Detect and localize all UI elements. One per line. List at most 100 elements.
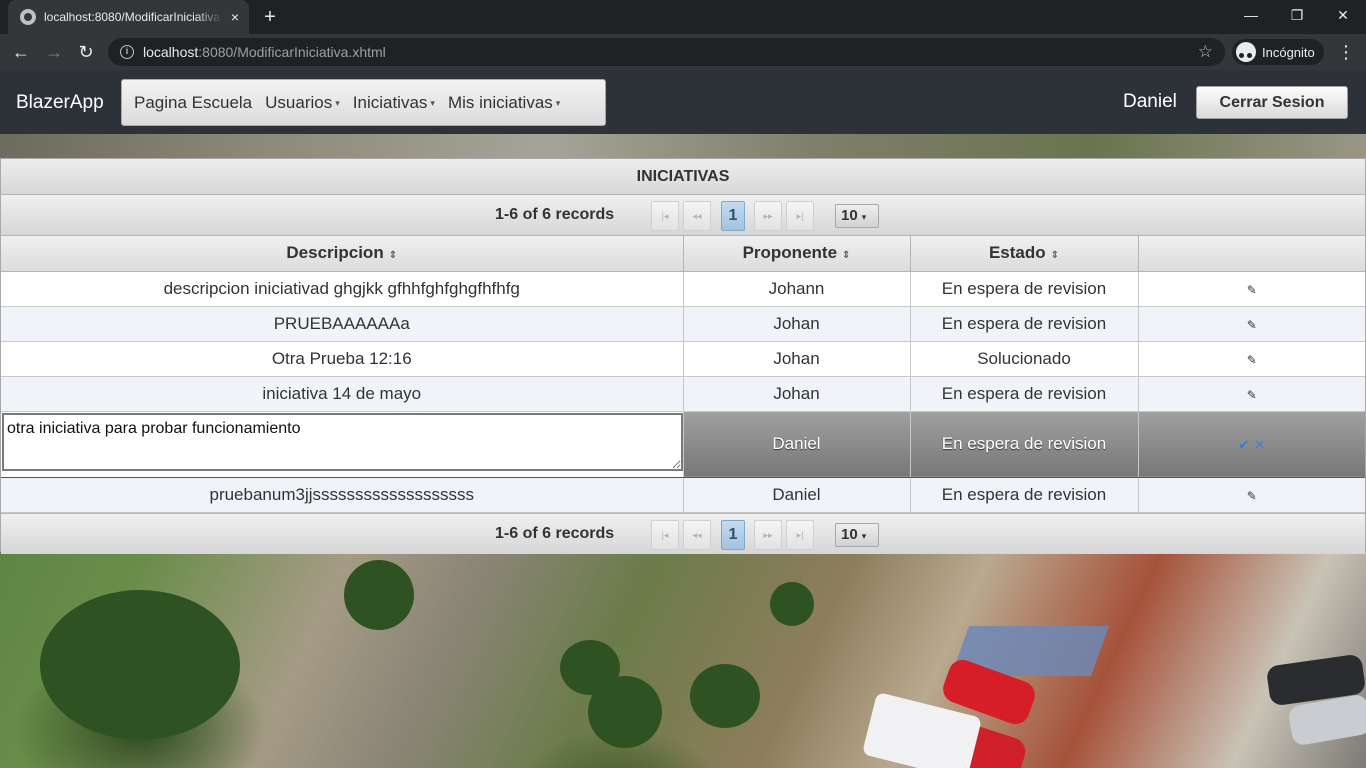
chevron-down-icon: ▾: [555, 97, 561, 108]
minimize-button[interactable]: —: [1228, 0, 1274, 30]
cancel-edit-icon[interactable]: ✕: [1254, 437, 1265, 452]
browser-tabstrip: localhost:8080/ModificarIniciativa.xhtml…: [0, 0, 1366, 34]
cell-estado: En espera de revision: [910, 477, 1139, 513]
app-navbar: BlazerApp Pagina Escuela Usuarios ▾ Inici…: [0, 70, 1366, 134]
cell-actions: ✎: [1138, 306, 1365, 342]
cell-descripcion: descripcion iniciativad ghgjkk gfhhfghfg…: [1, 271, 684, 307]
cell-proponente: Johan: [683, 341, 911, 377]
first-page-icon[interactable]: |◂: [651, 201, 679, 231]
cell-estado: En espera de revision: [910, 411, 1139, 478]
sort-icon: ⇕: [842, 250, 851, 262]
menu-item-pagina-escuela[interactable]: Pagina Escuela: [134, 93, 252, 113]
table-header-row: Descripcion ⇕ Proponente ⇕ Estado ⇕: [1, 236, 1365, 272]
initiatives-datatable: INICIATIVAS 1-6 of 6 records |◂ ◂◂ 1 ▸▸ …: [0, 158, 1366, 554]
info-icon[interactable]: i: [120, 45, 134, 59]
cell-proponente: Johan: [683, 306, 911, 342]
cell-actions: ✎: [1138, 341, 1365, 377]
next-page-icon[interactable]: ▸▸: [754, 201, 782, 231]
cell-descripcion: Otra Prueba 12:16: [1, 341, 684, 377]
edit-pencil-icon[interactable]: ✎: [1247, 489, 1257, 503]
cell-estado: Solucionado: [910, 341, 1139, 377]
first-page-icon[interactable]: |◂: [651, 519, 679, 550]
tree-shape: [40, 590, 240, 740]
column-header-estado[interactable]: Estado ⇕: [910, 236, 1139, 272]
cell-estado: En espera de revision: [910, 271, 1139, 307]
browser-tab[interactable]: localhost:8080/ModificarIniciativa.xhtml…: [8, 0, 249, 34]
current-user: Daniel: [1123, 91, 1177, 112]
logout-button[interactable]: Cerrar Sesion: [1196, 86, 1348, 119]
chevron-down-icon: ▾: [861, 212, 867, 222]
address-bar[interactable]: i localhost:8080/ModificarIniciativa.xht…: [108, 38, 1225, 66]
cell-estado: En espera de revision: [910, 306, 1139, 342]
paginator-top: 1-6 of 6 records |◂ ◂◂ 1 ▸▸ ▸| 10 ▾: [1, 195, 1365, 236]
next-page-icon[interactable]: ▸▸: [754, 519, 782, 550]
cell-proponente: Daniel: [683, 411, 911, 478]
table-row: descripcion iniciativad ghgjkk gfhhfghfg…: [1, 271, 1365, 307]
edit-pencil-icon[interactable]: ✎: [1247, 318, 1257, 332]
cell-descripcion: iniciativa 14 de mayo: [1, 376, 684, 412]
menu-item-iniciativas[interactable]: Iniciativas ▾: [353, 93, 435, 113]
cell-descripcion-editor: otra iniciativa para probar funcionamien…: [1, 411, 684, 478]
last-page-icon[interactable]: ▸|: [786, 201, 814, 231]
table-row: PRUEBAAAAAAa Johan En espera de revision…: [1, 306, 1365, 342]
column-header-proponente[interactable]: Proponente ⇕: [683, 236, 911, 272]
records-count: 1-6 of 6 records: [495, 206, 615, 223]
tab-close-icon[interactable]: ×: [231, 9, 239, 25]
page-button-current[interactable]: 1: [721, 201, 745, 231]
tree-shape: [344, 560, 414, 630]
chevron-down-icon: ▾: [430, 97, 435, 108]
tab-title: localhost:8080/ModificarIniciativa.xhtml: [44, 10, 223, 24]
restore-button[interactable]: ❐: [1274, 0, 1320, 30]
last-page-icon[interactable]: ▸|: [786, 519, 814, 550]
back-arrow-icon[interactable]: ←: [8, 39, 34, 65]
url-host: localhost: [143, 44, 199, 60]
cell-descripcion: pruebanum3jjsssssssssssssssssss: [1, 477, 684, 513]
prev-page-icon[interactable]: ◂◂: [683, 201, 711, 231]
bush-shape: [770, 582, 814, 626]
bush-shape: [588, 676, 662, 748]
edit-pencil-icon[interactable]: ✎: [1247, 283, 1257, 297]
table-row-editing: otra iniciativa para probar funcionamien…: [1, 411, 1365, 478]
incognito-label: Incógnito: [1262, 44, 1315, 60]
rows-per-page-select[interactable]: 10 ▾: [835, 204, 879, 228]
column-header-actions: [1138, 236, 1365, 272]
records-count: 1-6 of 6 records: [495, 524, 615, 542]
page-button-current[interactable]: 1: [721, 519, 745, 550]
cell-actions: ✎: [1138, 376, 1365, 412]
globe-icon: [20, 9, 36, 25]
chevron-down-icon: ▾: [335, 97, 340, 108]
main-menu: Pagina Escuela Usuarios ▾ Iniciativas ▾ Mi…: [121, 79, 606, 126]
close-window-button[interactable]: ✕: [1320, 0, 1366, 30]
cell-actions: ✎: [1138, 477, 1365, 513]
chevron-down-icon: ▾: [861, 530, 867, 541]
incognito-icon: [1236, 42, 1256, 62]
menu-item-usuarios[interactable]: Usuarios ▾: [265, 93, 340, 113]
rows-per-page-select[interactable]: 10 ▾: [835, 522, 879, 547]
bookmark-star-icon[interactable]: ☆: [1198, 42, 1213, 62]
table-row: Otra Prueba 12:16 Johan Solucionado ✎: [1, 341, 1365, 377]
cell-proponente: Johann: [683, 271, 911, 307]
edit-pencil-icon[interactable]: ✎: [1247, 353, 1257, 367]
cell-estado: En espera de revision: [910, 376, 1139, 412]
save-check-icon[interactable]: ✔: [1238, 437, 1249, 452]
edit-pencil-icon[interactable]: ✎: [1247, 388, 1257, 402]
descripcion-textarea[interactable]: otra iniciativa para probar funcionamien…: [2, 412, 683, 471]
cell-proponente: Johan: [683, 376, 911, 412]
cell-actions: ✎: [1138, 271, 1365, 307]
prev-page-icon[interactable]: ◂◂: [683, 519, 711, 550]
new-tab-button[interactable]: +: [258, 5, 282, 29]
reload-icon[interactable]: ↻: [73, 39, 99, 65]
forward-arrow-icon[interactable]: →: [41, 39, 67, 65]
cell-descripcion: PRUEBAAAAAAa: [1, 306, 684, 342]
browser-menu-icon[interactable]: ⋮: [1336, 39, 1356, 65]
browser-toolbar: ← → ↻ i localhost:8080/ModificarIniciati…: [0, 34, 1366, 70]
incognito-badge[interactable]: Incógnito: [1232, 39, 1324, 65]
cell-proponente: Daniel: [683, 477, 911, 513]
sort-icon: ⇕: [388, 250, 398, 262]
bush-shape: [690, 664, 760, 728]
paginator-bottom: 1-6 of 6 records |◂ ◂◂ 1 ▸▸ ▸| 10 ▾: [1, 512, 1365, 554]
table-row: pruebanum3jjsssssssssssssssssss Daniel E…: [1, 477, 1365, 513]
brand-logo[interactable]: BlazerApp: [16, 92, 104, 114]
menu-item-mis-iniciativas[interactable]: Mis iniciativas ▾: [448, 93, 560, 113]
column-header-descripcion[interactable]: Descripcion ⇕: [1, 236, 684, 272]
